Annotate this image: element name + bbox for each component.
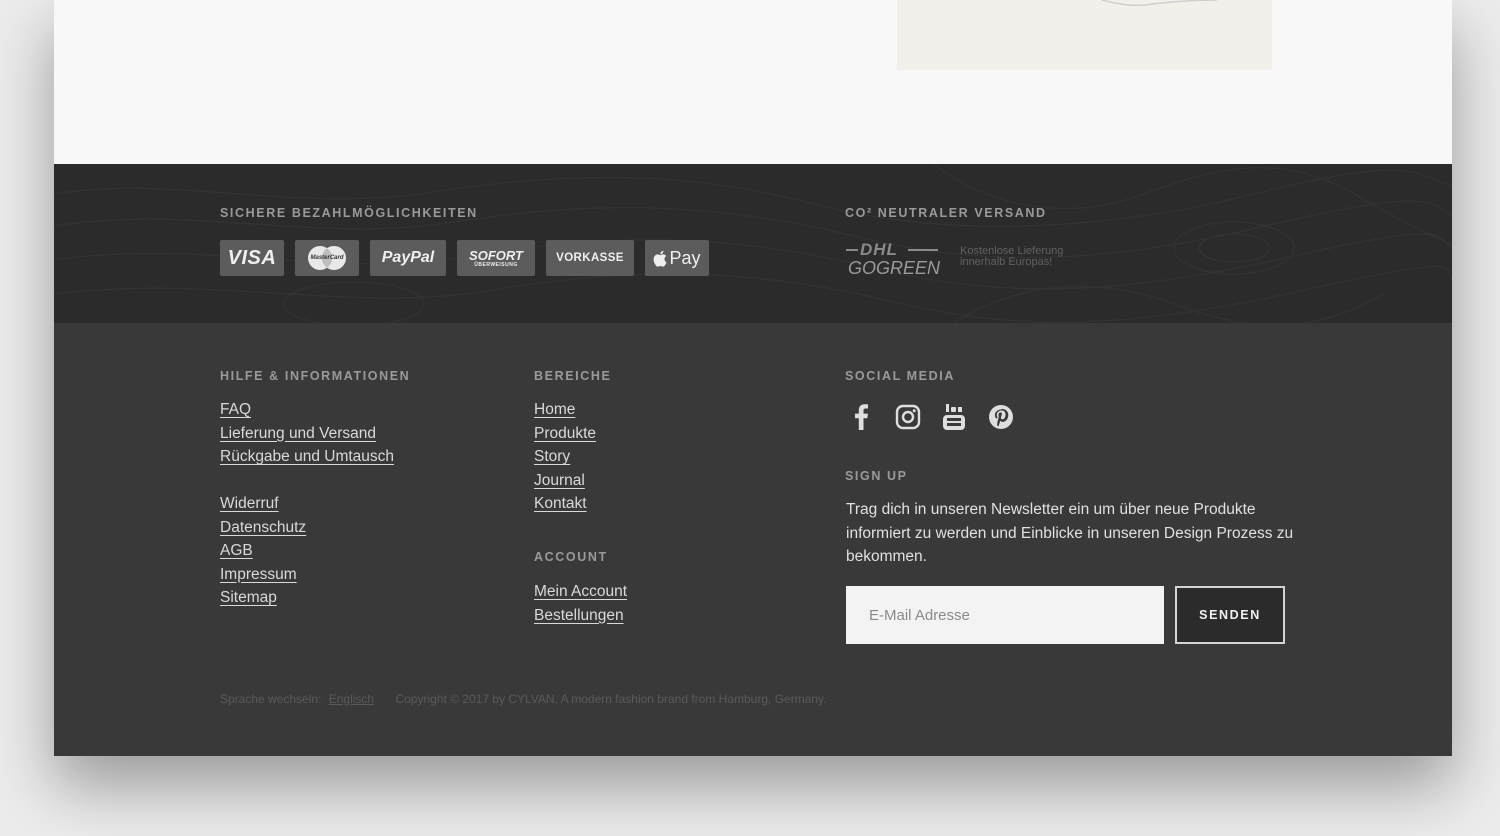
link-lieferung[interactable]: Lieferung und Versand: [220, 425, 376, 442]
list-item: Produkte: [534, 422, 596, 446]
list-item: Bestellungen: [534, 604, 627, 628]
shipping-note-line: innerhalb Europas!: [960, 256, 1053, 268]
link-sitemap[interactable]: Sitemap: [220, 589, 277, 606]
dhl-gogreen-logo: DHL GOGREEN: [846, 240, 946, 282]
sofort-icon: SOFORT ÜBERWEISUNG: [457, 240, 535, 276]
link-mein-account[interactable]: Mein Account: [534, 583, 627, 600]
payments-heading: SICHERE BEZAHLMÖGLICHKEITEN: [220, 206, 478, 220]
link-journal[interactable]: Journal: [534, 472, 585, 489]
language-switch-link[interactable]: Englisch: [329, 692, 374, 706]
list-item: Home: [534, 398, 596, 422]
dhl-speed-line: [908, 249, 938, 251]
vorkasse-icon: VORKASSE: [546, 240, 634, 276]
link-impressum[interactable]: Impressum: [220, 566, 297, 583]
youtube-icon[interactable]: [939, 402, 969, 432]
page-frame: SICHERE BEZAHLMÖGLICHKEITEN VISA MasterC…: [54, 0, 1452, 756]
help-links: FAQ Lieferung und Versand Rückgabe und U…: [220, 398, 394, 610]
link-bestellungen[interactable]: Bestellungen: [534, 607, 624, 624]
email-input[interactable]: [846, 586, 1164, 644]
visa-icon: VISA: [220, 240, 284, 276]
instagram-icon[interactable]: [893, 402, 923, 432]
dhl-speed-line: [846, 249, 858, 251]
link-faq[interactable]: FAQ: [220, 401, 251, 418]
list-item: Sitemap: [220, 586, 394, 610]
gogreen-logo-text: GOGREEN: [848, 258, 941, 278]
copyright-text: Copyright © 2017 by CYLVAN. A modern fas…: [395, 692, 827, 706]
list-item: Datenschutz: [220, 516, 394, 540]
pinterest-icon[interactable]: [986, 402, 1016, 432]
list-item: Story: [534, 445, 596, 469]
link-home[interactable]: Home: [534, 401, 575, 418]
product-outline: [1101, 0, 1218, 7]
facebook-icon[interactable]: [846, 402, 876, 432]
shipping-note: Kostenlose Lieferung innerhalb Europas!: [960, 246, 1063, 268]
content-area: [54, 0, 1452, 164]
vorkasse-label: VORKASSE: [556, 252, 624, 264]
link-kontakt[interactable]: Kontakt: [534, 495, 587, 512]
account-links: Mein Account Bestellungen: [534, 580, 627, 627]
list-item: FAQ: [220, 398, 394, 422]
link-datenschutz[interactable]: Datenschutz: [220, 519, 306, 536]
link-agb[interactable]: AGB: [220, 542, 253, 559]
link-produkte[interactable]: Produkte: [534, 425, 596, 442]
list-item: Impressum: [220, 563, 394, 587]
paypal-icon: PayPal: [370, 240, 446, 276]
list-item: Widerruf: [220, 492, 394, 516]
account-heading: ACCOUNT: [534, 550, 608, 564]
apple-icon: [654, 250, 667, 267]
sofort-label: SOFORT: [469, 247, 523, 263]
dhl-logo-text: DHL: [860, 240, 898, 259]
signup-heading: SIGN UP: [845, 469, 908, 483]
help-heading: HILFE & INFORMATIONEN: [220, 369, 411, 383]
footer-bottom-line: Sprache wechseln: Englisch Copyright © 2…: [220, 692, 826, 706]
footer: HILFE & INFORMATIONEN FAQ Lieferung und …: [54, 323, 1452, 756]
language-label: Sprache wechseln:: [220, 692, 322, 706]
shipping-heading: CO² NEUTRALER VERSAND: [845, 206, 1047, 220]
payment-band: SICHERE BEZAHLMÖGLICHKEITEN VISA MasterC…: [54, 164, 1452, 323]
sections-heading: BEREICHE: [534, 369, 612, 383]
list-item: Journal: [534, 469, 596, 493]
sofort-sub-label: ÜBERWEISUNG: [474, 261, 518, 268]
link-rueckgabe[interactable]: Rückgabe und Umtausch: [220, 448, 394, 465]
list-item: Mein Account: [534, 580, 627, 604]
applepay-icon: Pay: [645, 240, 709, 276]
social-icons: [846, 402, 1032, 432]
link-story[interactable]: Story: [534, 448, 570, 465]
applepay-label: Pay: [669, 247, 701, 268]
section-links: Home Produkte Story Journal Kontakt: [534, 398, 596, 516]
list-item: Rückgabe und Umtausch: [220, 445, 394, 469]
send-button[interactable]: SENDEN: [1175, 586, 1285, 644]
link-widerruf[interactable]: Widerruf: [220, 495, 279, 512]
mastercard-icon: MasterCard: [295, 240, 359, 276]
newsletter-text: Trag dich in unseren Newsletter ein um ü…: [846, 501, 1294, 565]
social-heading: SOCIAL MEDIA: [845, 369, 955, 383]
list-item: AGB: [220, 539, 394, 563]
mastercard-label: MasterCard: [310, 255, 344, 261]
paypal-label: PayPal: [381, 249, 435, 266]
visa-label: VISA: [227, 246, 277, 269]
list-item: Lieferung und Versand: [220, 422, 394, 446]
product-image[interactable]: [897, 0, 1272, 70]
list-item: Kontakt: [534, 492, 596, 516]
